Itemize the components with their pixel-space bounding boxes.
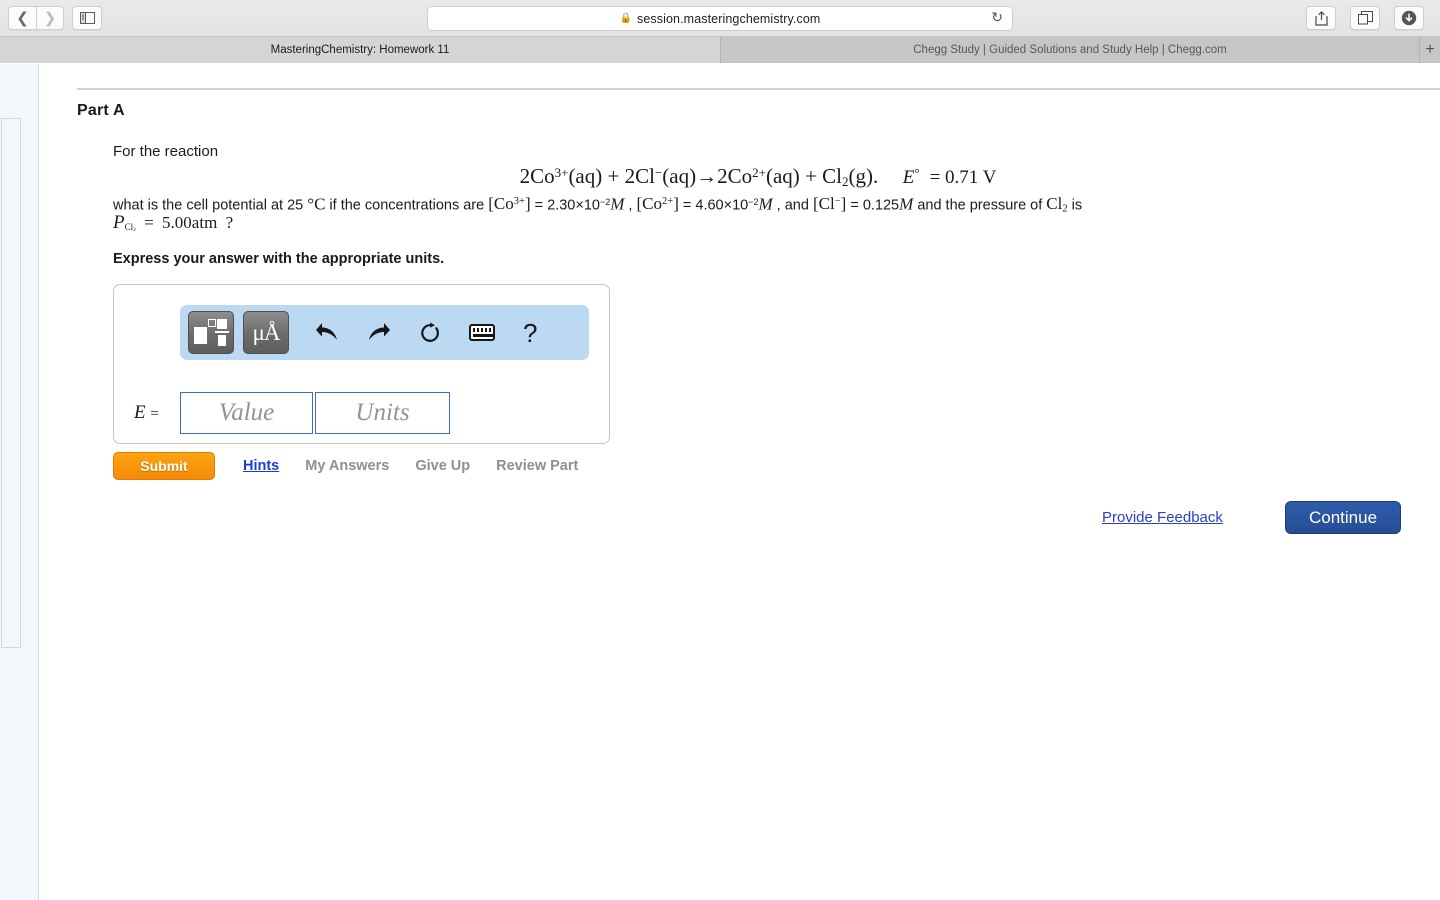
share-button[interactable] [1306, 6, 1336, 30]
reset-circular-arrow-icon [421, 322, 439, 342]
chevron-left-icon: ❮ [16, 8, 29, 27]
units-button[interactable]: μÅ [243, 311, 289, 354]
math-template-icon [194, 318, 229, 347]
left-rail [0, 64, 39, 900]
browser-toolbar: ❮ ❯ 🔒 session.masteringchemistry.com ↻ [0, 0, 1440, 37]
section-divider [77, 88, 1440, 90]
give-up-link[interactable]: Give Up [415, 458, 470, 474]
pressure-value: 5.00atm [162, 213, 218, 232]
new-tab-button[interactable]: + [1420, 37, 1440, 63]
tab-mastering-chemistry[interactable]: MasteringChemistry: Homework 11 [0, 37, 721, 63]
standard-potential-value: 0.71 V [945, 167, 997, 188]
tab-title: MasteringChemistry: Homework 11 [270, 44, 450, 56]
answer-card: μÅ ? E = Value Units [113, 284, 610, 444]
math-toolbar: μÅ ? [180, 305, 589, 360]
answer-instruction: Express your answer with the appropriate… [113, 251, 445, 267]
hints-link[interactable]: Hints [243, 458, 279, 474]
answer-input-row: E = Value Units [114, 385, 611, 440]
tab-overview-icon [1357, 11, 1373, 25]
page-title: Part A [77, 102, 125, 119]
review-part-link[interactable]: Review Part [496, 458, 578, 474]
plus-icon: + [1425, 41, 1435, 58]
value-placeholder: Value [218, 398, 275, 426]
keyboard-icon [469, 324, 495, 341]
redo-button[interactable] [367, 322, 391, 343]
prompt-pressure: PCl2 = 5.00atm ? [113, 212, 234, 234]
lock-icon: 🔒 [619, 12, 633, 24]
left-rail-panel [1, 118, 21, 648]
downloads-button[interactable] [1394, 6, 1424, 30]
variable-label: E = [134, 401, 159, 423]
continue-button[interactable]: Continue [1285, 501, 1401, 534]
question-content: Part A For the reaction 2Co3+(aq) + 2Cl−… [40, 64, 1440, 900]
sidebar-panel-icon [79, 12, 95, 24]
units-placeholder: Units [355, 398, 410, 426]
action-row: Submit Hints My Answers Give Up Review P… [113, 452, 578, 480]
redo-arrow-icon [369, 323, 390, 340]
url-text: session.masteringchemistry.com [637, 11, 821, 26]
undo-button[interactable] [315, 322, 339, 343]
address-bar[interactable]: 🔒 session.masteringchemistry.com ↻ [427, 6, 1013, 31]
tab-overview-button[interactable] [1350, 6, 1380, 30]
my-answers-link[interactable]: My Answers [305, 458, 389, 474]
sidebar-toggle-button[interactable] [72, 6, 102, 30]
value-input[interactable]: Value [180, 391, 313, 434]
chevron-right-icon: ❯ [43, 8, 57, 27]
forward-button[interactable]: ❯ [36, 6, 64, 30]
prompt-body: what is the cell potential at 25 °C if t… [113, 194, 1083, 215]
micro-angstrom-units-icon: μÅ [252, 320, 281, 345]
undo-arrow-icon [316, 323, 337, 340]
tab-chegg-study[interactable]: Chegg Study | Guided Solutions and Study… [721, 37, 1420, 63]
reaction-equation: 2Co3+(aq) + 2Cl−(aq)→2Co2+(aq) + Cl2(g).… [519, 164, 997, 189]
submit-button[interactable]: Submit [113, 452, 215, 480]
prompt-intro: For the reaction [113, 143, 219, 160]
help-question-icon: ? [523, 317, 538, 348]
tab-bar: MasteringChemistry: Homework 11 Chegg St… [0, 37, 1440, 63]
back-button[interactable]: ❮ [8, 6, 36, 30]
download-arrow-icon [1401, 10, 1417, 26]
share-upload-icon [1314, 10, 1328, 26]
help-button[interactable]: ? [523, 320, 537, 346]
units-input[interactable]: Units [315, 391, 450, 434]
math-template-button[interactable] [188, 311, 234, 354]
keyboard-button[interactable] [469, 324, 495, 341]
provide-feedback-link[interactable]: Provide Feedback [1102, 509, 1223, 526]
page-body: Part A For the reaction 2Co3+(aq) + 2Cl−… [0, 64, 1440, 900]
tab-title: Chegg Study | Guided Solutions and Study… [913, 44, 1227, 56]
reload-icon[interactable]: ↻ [991, 11, 1003, 25]
reset-button[interactable] [419, 322, 441, 344]
